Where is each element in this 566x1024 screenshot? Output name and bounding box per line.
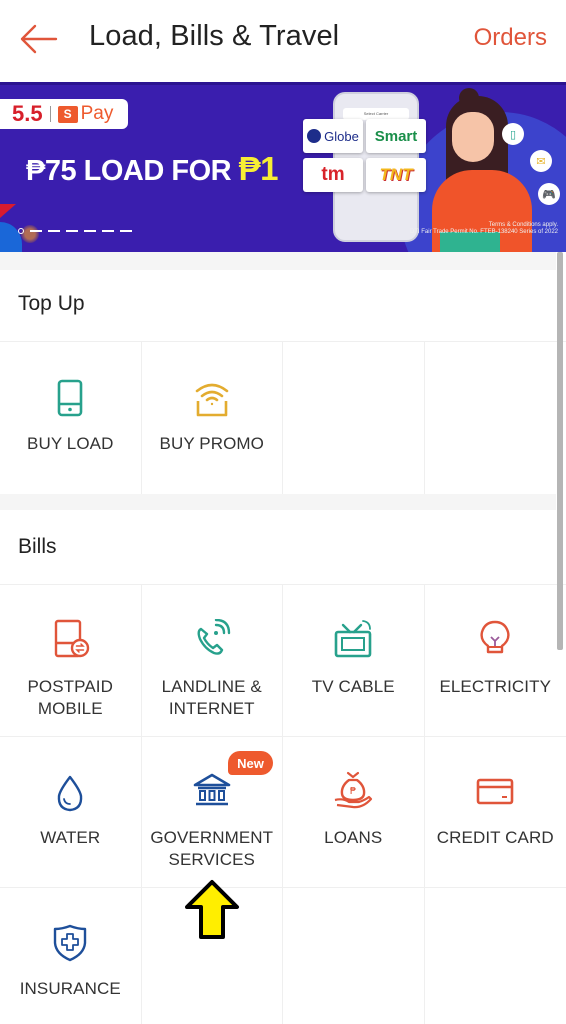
headline-highlight: ₱1 [238,150,279,187]
corner-blue-shape [0,222,22,252]
svg-text:₱: ₱ [350,786,356,797]
landline-internet-label: LANDLINE & INTERNET [161,677,262,718]
empty-cell [424,887,566,1024]
electricity-button[interactable]: ELECTRICITY [424,584,566,736]
wifi-box-icon [195,383,229,417]
woman-face [452,112,494,162]
credit-card-button[interactable]: CREDIT CARD [424,736,566,887]
landline-internet-button[interactable]: LANDLINE & INTERNET [141,584,283,736]
carousel-indicators[interactable] [18,228,138,234]
tv-cable-label: TV CABLE [311,677,395,696]
indicator[interactable] [102,230,114,232]
globe-logo-icon [307,129,322,143]
carrier-globe: Globe [303,119,363,153]
section-gap [0,494,556,510]
new-badge: New [228,751,273,775]
indicator[interactable] [120,230,132,232]
page-title: Load, Bills & Travel [89,20,340,52]
indicator[interactable] [66,230,78,232]
postpaid-mobile-icon [55,619,90,658]
loans-label: LOANS [324,828,383,847]
government-services-label: GOVERNMENT SERVICES [150,828,274,869]
buy-load-label: BUY LOAD [27,434,114,453]
back-button[interactable] [18,22,58,58]
phone-vibrate-icon: ▯ [502,123,524,145]
topup-grid: BUY LOAD BUY PROMO [0,341,566,494]
promo-number: 5.5 [12,101,43,126]
buy-load-button[interactable]: BUY LOAD [0,341,142,494]
tv-icon [334,620,372,658]
carrier-smart: Smart [366,119,426,153]
indicator-active[interactable] [18,228,24,234]
app-header: Load, Bills & Travel Orders [0,0,566,82]
banner-top-strip [0,82,566,85]
mobile-phone-icon [57,379,83,417]
electricity-label: ELECTRICITY [439,677,552,696]
yellow-up-arrow-icon [185,880,239,939]
section-gap [0,252,556,270]
headline-prefix: ₱75 LOAD FOR [26,155,239,187]
phone-signal-icon [197,619,230,655]
indicator[interactable] [30,230,42,232]
loans-button[interactable]: ₱ LOANS [283,736,425,887]
terms-text: Terms & Conditions apply. DTI Fair Trade… [409,222,558,235]
bills-section-title: Bills [18,535,57,558]
corner-red-shape [0,204,16,218]
indicator[interactable] [48,230,60,232]
buy-promo-button[interactable]: BUY PROMO [141,341,283,494]
money-bag-hand-icon: ₱ [334,771,373,809]
postpaid-mobile-button[interactable]: POSTPAID MOBILE [0,584,142,736]
promo-banner[interactable]: 5.5 S Pay ₱75 LOAD FOR ₱1 Select Carrier… [0,82,566,252]
envelope-icon: ✉ [530,150,552,172]
tv-cable-button[interactable]: TV CABLE [283,584,425,736]
government-building-icon [193,773,231,806]
topup-section-title: Top Up [18,292,85,315]
insurance-button[interactable]: INSURANCE [0,887,142,1024]
carrier-tm: tm [303,158,363,192]
empty-cell [424,341,566,494]
bills-grid-row-2: WATER GOVERNMENT SERVICES ₱ LOANS CREDIT… [0,736,566,887]
bills-grid-row-3: INSURANCE [0,887,566,1024]
insurance-label: INSURANCE [19,979,121,998]
arrow-left-icon [20,24,58,54]
shopeepay-logo-icon: S [57,105,78,123]
woman-bun [459,88,479,108]
carrier-tnt: TNT [366,158,426,192]
water-label: WATER [40,828,101,847]
promo-tag: 5.5 S Pay [0,99,128,129]
promo-separator [49,106,51,122]
buy-promo-label: BUY PROMO [159,434,264,453]
empty-cell [283,341,425,494]
empty-cell [283,887,425,1024]
credit-card-icon [476,778,514,805]
water-drop-icon [58,775,83,812]
water-button[interactable]: WATER [0,736,142,887]
credit-card-label: CREDIT CARD [436,828,554,847]
scrollbar[interactable] [557,252,563,650]
banner-headline: ₱75 LOAD FOR ₱1 [26,150,279,188]
lightbulb-icon [480,620,510,654]
postpaid-mobile-label: POSTPAID MOBILE [27,677,113,718]
pay-text: Pay [80,103,114,124]
shield-plus-icon [54,924,87,962]
gamepad-icon: 🎮 [538,183,560,205]
orders-link[interactable]: Orders [474,24,547,52]
bills-grid-row-1: POSTPAID MOBILE LANDLINE & INTERNET TV C… [0,584,566,736]
indicator[interactable] [84,230,96,232]
